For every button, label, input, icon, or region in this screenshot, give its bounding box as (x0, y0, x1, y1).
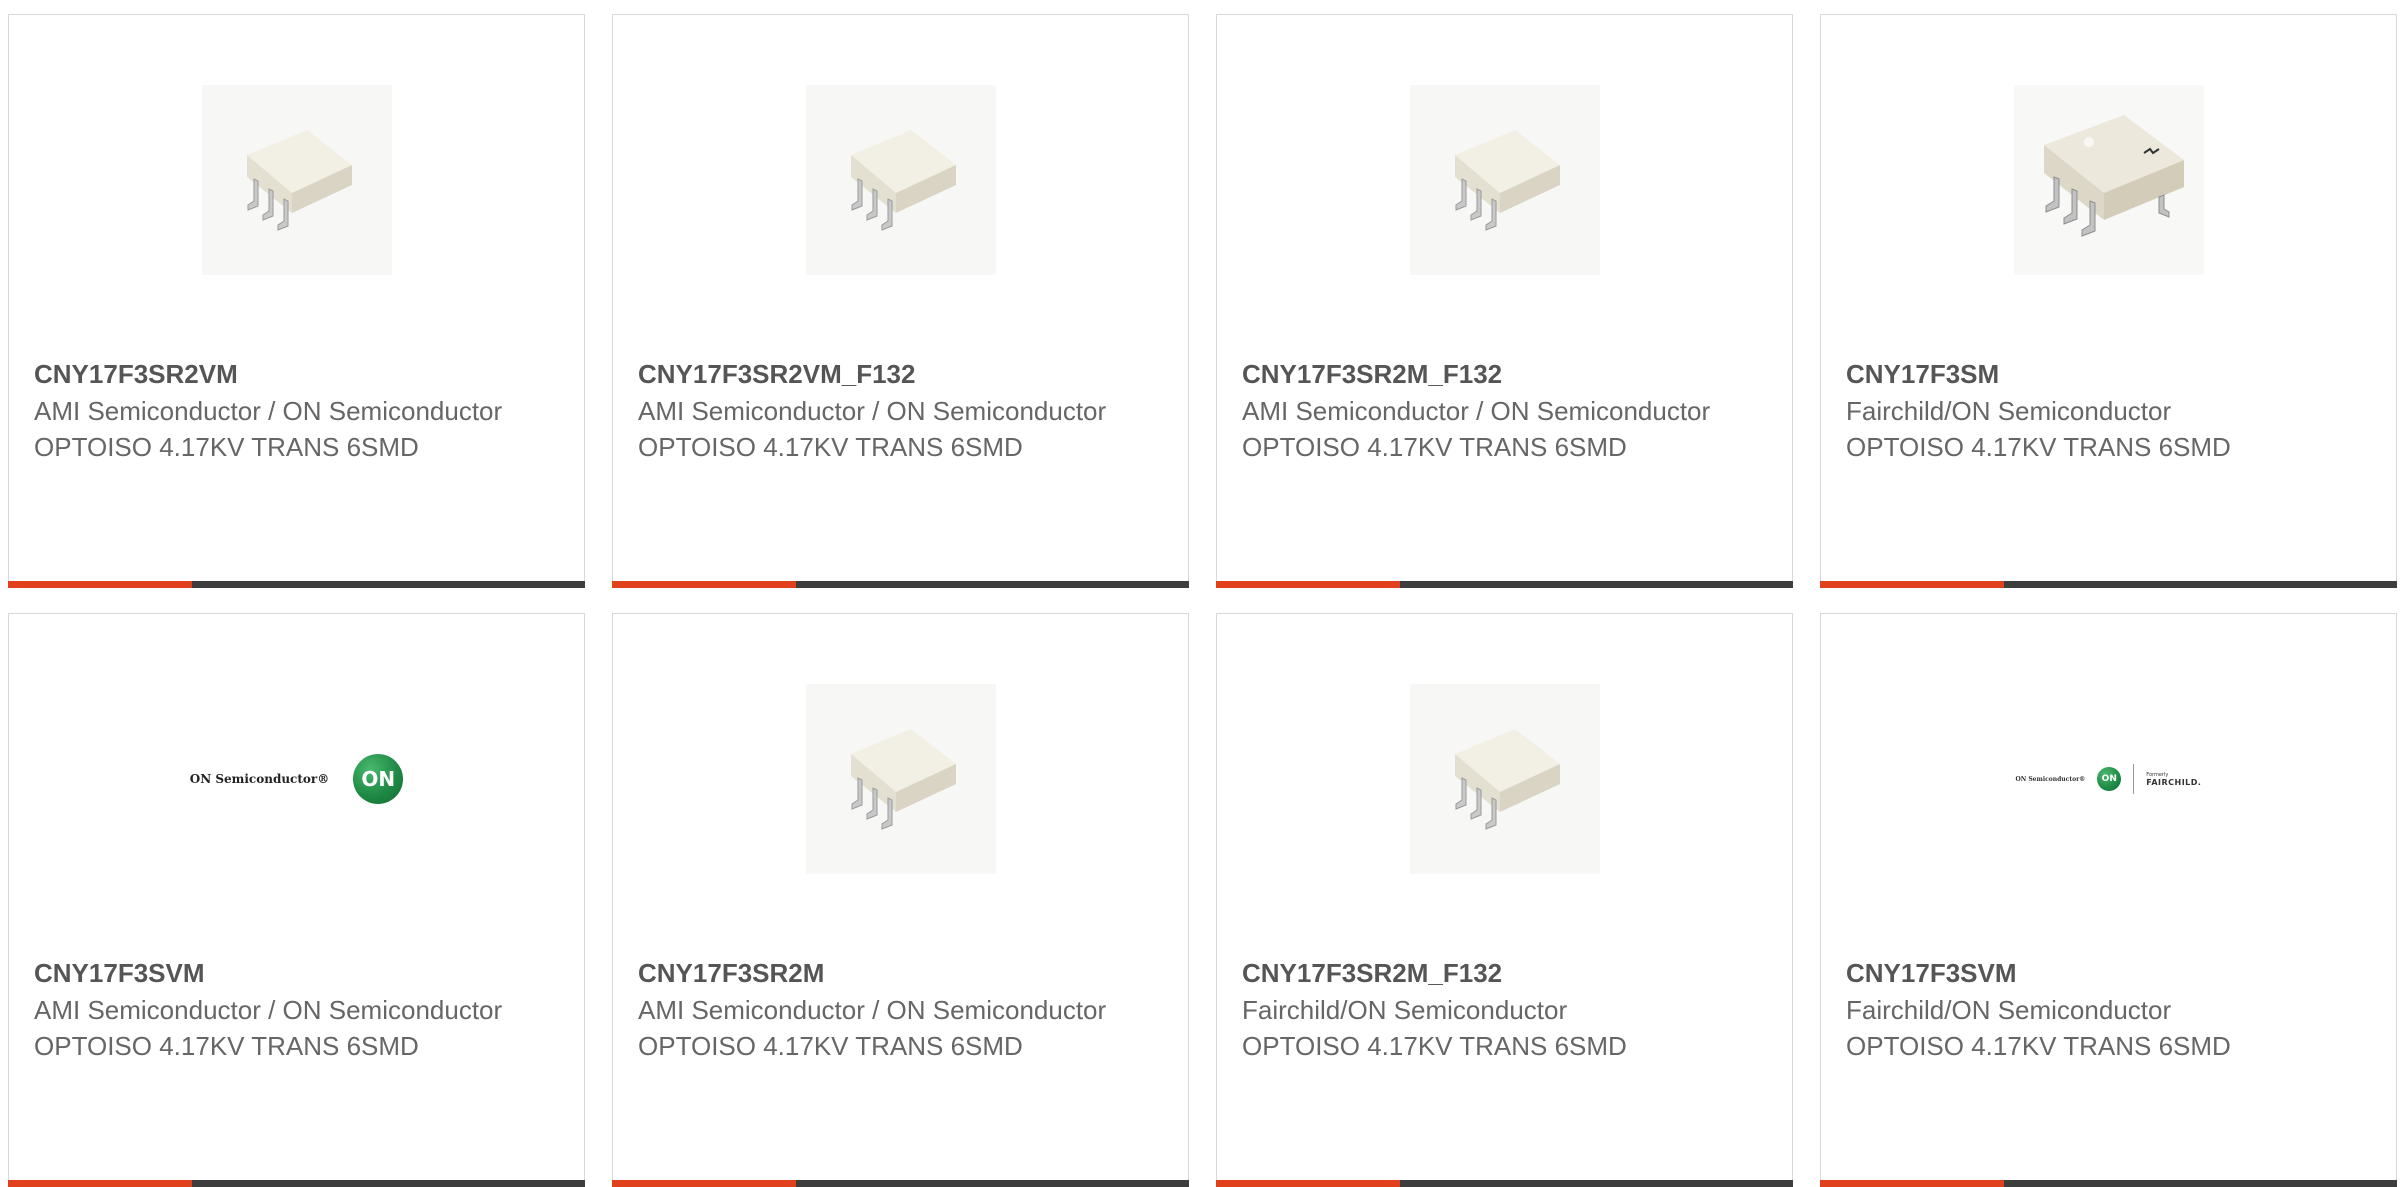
product-grid: CNY17F3SR2VM AMI Semiconductor / ON Semi… (8, 14, 2400, 1187)
product-card[interactable]: ON Semiconductor® ON Formerly FAIRCHILD.… (1820, 613, 2397, 1187)
description: OPTOISO 4.17KV TRANS 6SMD (638, 1031, 1023, 1061)
product-card[interactable]: CNY17F3SR2M AMI Semiconductor / ON Semic… (612, 613, 1189, 1187)
description: OPTOISO 4.17KV TRANS 6SMD (1846, 432, 2231, 462)
on-logo-icon: ON (353, 754, 404, 804)
description: OPTOISO 4.17KV TRANS 6SMD (1242, 1031, 1627, 1061)
fairchild-logo: Formerly FAIRCHILD. (2146, 772, 2201, 787)
logo-brand: FAIRCHILD. (2146, 777, 2202, 787)
on-logo-icon: ON (2097, 767, 2122, 791)
product-card[interactable]: CNY17F3SR2VM AMI Semiconductor / ON Semi… (8, 14, 585, 588)
logo-text: ON Semiconductor® (189, 772, 330, 786)
logo-text: ON Semiconductor® (2015, 775, 2086, 783)
chip-6smd-image (805, 684, 996, 874)
product-image[interactable] (613, 75, 1188, 285)
part-number[interactable]: CNY17F3SR2VM_F132 (638, 355, 1158, 393)
part-number[interactable]: CNY17F3SM (1846, 355, 2366, 393)
product-card[interactable]: CNY17F3SM Fairchild/ON Semiconductor OPT… (1820, 14, 2397, 588)
product-info: CNY17F3SVM Fairchild/ON Semiconductor OP… (1846, 954, 2366, 1064)
chip-6smd-image (1409, 684, 1600, 874)
product-image[interactable] (1217, 674, 1792, 884)
manufacturer: AMI Semiconductor / ON Semiconductor (638, 995, 1107, 1025)
product-card[interactable]: CNY17F3SR2VM_F132 AMI Semiconductor / ON… (612, 14, 1189, 588)
product-info: CNY17F3SR2M AMI Semiconductor / ON Semic… (638, 954, 1158, 1064)
product-image[interactable]: ON Semiconductor® ON Formerly FAIRCHILD. (1821, 674, 2396, 884)
manufacturer: Fairchild/ON Semiconductor (1846, 995, 2172, 1025)
product-image[interactable] (1821, 75, 2396, 285)
product-info: CNY17F3SR2VM_F132 AMI Semiconductor / ON… (638, 355, 1158, 465)
manufacturer: AMI Semiconductor / ON Semiconductor (34, 995, 503, 1025)
card-footer-accent (1216, 1180, 1400, 1187)
manufacturer: Fairchild/ON Semiconductor (1242, 995, 1568, 1025)
description: OPTOISO 4.17KV TRANS 6SMD (638, 432, 1023, 462)
chip-6smd-image (805, 85, 996, 275)
logo-divider (2133, 764, 2135, 794)
product-image[interactable] (613, 674, 1188, 884)
part-number[interactable]: CNY17F3SVM (34, 954, 554, 992)
card-footer-bar (1820, 581, 2397, 588)
description: OPTOISO 4.17KV TRANS 6SMD (1846, 1031, 2231, 1061)
card-footer-accent (612, 581, 796, 588)
card-footer-bar (612, 581, 1189, 588)
manufacturer: AMI Semiconductor / ON Semiconductor (34, 396, 503, 426)
part-number[interactable]: CNY17F3SVM (1846, 954, 2366, 992)
card-footer-accent (8, 581, 192, 588)
card-footer-bar (1216, 581, 1793, 588)
product-card[interactable]: ON Semiconductor® ON CNY17F3SVM AMI Semi… (8, 613, 585, 1187)
product-card[interactable]: CNY17F3SR2M_F132 AMI Semiconductor / ON … (1216, 14, 1793, 588)
card-footer-bar (8, 1180, 585, 1187)
product-card[interactable]: CNY17F3SR2M_F132 Fairchild/ON Semiconduc… (1216, 613, 1793, 1187)
product-info: CNY17F3SVM AMI Semiconductor / ON Semico… (34, 954, 554, 1064)
on-fairchild-logo: ON Semiconductor® ON Formerly FAIRCHILD. (2016, 764, 2202, 794)
product-info: CNY17F3SM Fairchild/ON Semiconductor OPT… (1846, 355, 2366, 465)
description: OPTOISO 4.17KV TRANS 6SMD (1242, 432, 1627, 462)
product-image[interactable] (9, 75, 584, 285)
card-footer-bar (1820, 1180, 2397, 1187)
product-info: CNY17F3SR2M_F132 AMI Semiconductor / ON … (1242, 355, 1762, 465)
card-footer-bar (1216, 1180, 1793, 1187)
description: OPTOISO 4.17KV TRANS 6SMD (34, 1031, 419, 1061)
part-number[interactable]: CNY17F3SR2VM (34, 355, 554, 393)
manufacturer: AMI Semiconductor / ON Semiconductor (1242, 396, 1711, 426)
chip-6smd-large-image (2013, 85, 2204, 275)
card-footer-accent (1820, 1180, 2004, 1187)
card-footer-accent (1820, 581, 2004, 588)
product-image[interactable] (1217, 75, 1792, 285)
manufacturer: AMI Semiconductor / ON Semiconductor (638, 396, 1107, 426)
part-number[interactable]: CNY17F3SR2M_F132 (1242, 954, 1762, 992)
description: OPTOISO 4.17KV TRANS 6SMD (34, 432, 419, 462)
manufacturer: Fairchild/ON Semiconductor (1846, 396, 2172, 426)
chip-6smd-image (201, 85, 392, 275)
card-footer-accent (8, 1180, 192, 1187)
product-info: CNY17F3SR2VM AMI Semiconductor / ON Semi… (34, 355, 554, 465)
card-footer-bar (612, 1180, 1189, 1187)
card-footer-accent (612, 1180, 796, 1187)
part-number[interactable]: CNY17F3SR2M_F132 (1242, 355, 1762, 393)
product-info: CNY17F3SR2M_F132 Fairchild/ON Semiconduc… (1242, 954, 1762, 1064)
card-footer-bar (8, 581, 585, 588)
card-footer-accent (1216, 581, 1400, 588)
on-semiconductor-logo: ON Semiconductor® ON (189, 754, 404, 804)
chip-6smd-image (1409, 85, 1600, 275)
product-image[interactable]: ON Semiconductor® ON (9, 674, 584, 884)
part-number[interactable]: CNY17F3SR2M (638, 954, 1158, 992)
